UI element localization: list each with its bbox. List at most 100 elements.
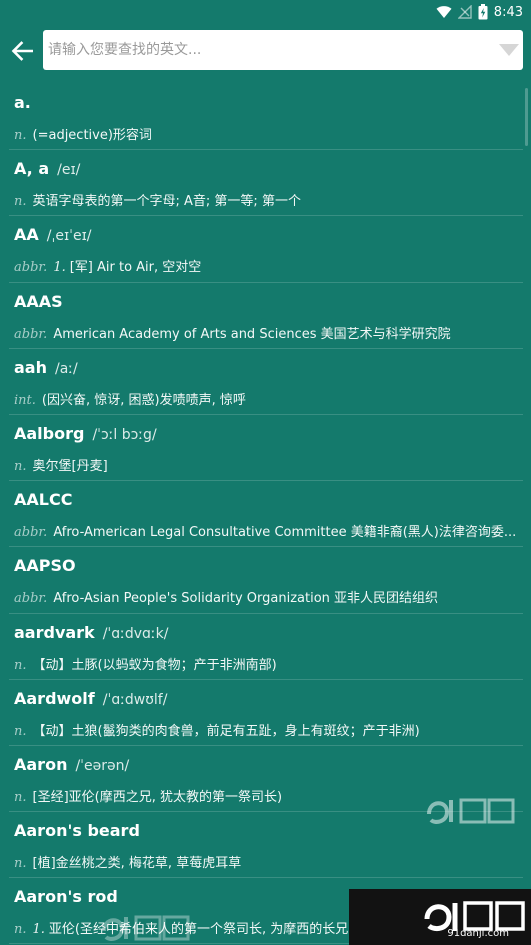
definition: (因兴奋, 惊讶, 困惑)发啧啧声, 惊呼 xyxy=(41,392,246,408)
watermark-corner-badge: 91danji.com xyxy=(349,889,531,945)
phonetic: /eɪ/ xyxy=(57,162,81,179)
headword: Aardwolf xyxy=(14,688,95,708)
definition: 【动】土豚(以蚂蚁为食物；产于非洲南部) xyxy=(32,657,277,673)
headword: AAPSO xyxy=(14,556,76,576)
entry-header: aardvark/ˈɑːdvɑːk/ xyxy=(14,623,523,649)
part-of-speech: abbr. xyxy=(14,326,48,342)
back-button[interactable] xyxy=(6,35,38,67)
scrollbar[interactable] xyxy=(525,88,528,146)
entry-header: AALCC xyxy=(14,490,523,516)
entry-header: Aaron's beard xyxy=(14,821,523,847)
headword: aardvark xyxy=(14,622,95,642)
word-entry[interactable]: AALCC abbr. Afro-American Legal Consultati… xyxy=(9,481,523,548)
part-of-speech: n. xyxy=(14,922,27,938)
phonetic: /ˈɑːdwʊlf/ xyxy=(102,691,168,708)
watermark-site: 91danji.com xyxy=(447,928,509,939)
part-of-speech: abbr. xyxy=(14,260,48,276)
definition: [圣经]亚伦(摩西之兄, 犹太教的第一祭司长) xyxy=(32,789,283,805)
entry-definition-line: n. 奥尔堡[丹麦] xyxy=(14,455,519,474)
entry-header: A, a/eɪ/ xyxy=(14,159,523,185)
entry-definition-line: n. 英语字母表的第一个字母; A音; 第一等; 第一个 xyxy=(14,190,519,209)
part-of-speech: int. xyxy=(14,392,36,408)
entry-header: a. xyxy=(14,93,523,119)
entry-header: AAAS xyxy=(14,292,523,318)
word-entry[interactable]: Aaron's beard n. [植]金丝桃之类, 梅花草, 草莓虎耳草 xyxy=(9,812,523,879)
word-entry[interactable]: aah/aː/int. (因兴奋, 惊讶, 困惑)发啧啧声, 惊呼 xyxy=(9,349,523,415)
word-entry[interactable]: AA/ˌeɪˈeɪ/abbr. 1. [军] Air to Air, 空对空 xyxy=(9,216,523,283)
entry-header: Aaron/ˈeərən/ xyxy=(14,755,523,781)
entry-definition-line: n. 【动】土狼(鬣狗类的肉食兽，前足有五趾，身上有斑纹；产于非洲) xyxy=(14,720,519,739)
definition: 奥尔堡[丹麦] xyxy=(32,458,108,474)
status-icons: 8:43 xyxy=(436,3,523,21)
phonetic: /aː/ xyxy=(54,360,78,377)
part-of-speech: abbr. xyxy=(14,591,48,607)
definition: [军] Air to Air, 空对空 xyxy=(69,260,202,276)
entry-header: AA/ˌeɪˈeɪ/ xyxy=(14,225,523,251)
entry-header: Aalborg/ˈɔːl bɔːg/ xyxy=(14,424,523,450)
status-bar: 8:43 xyxy=(0,0,531,24)
phonetic: /ˈeərən/ xyxy=(75,757,130,774)
word-entry[interactable]: Aalborg/ˈɔːl bɔːg/n. 奥尔堡[丹麦] xyxy=(9,415,523,482)
word-entry[interactable]: A, a/eɪ/n. 英语字母表的第一个字母; A音; 第一等; 第一个 xyxy=(9,150,523,217)
headword: Aaron's rod xyxy=(14,887,118,907)
part-of-speech: n. xyxy=(14,723,27,739)
headword: A, a xyxy=(14,159,50,179)
word-entry[interactable]: AAAS abbr. American Academy of Arts and Sc… xyxy=(9,283,523,349)
dropdown-toggle[interactable] xyxy=(497,40,521,60)
part-of-speech: n. xyxy=(14,856,27,872)
triangle-down-icon xyxy=(499,44,519,56)
word-entry[interactable]: a. n. (=adjective)形容词 xyxy=(9,84,523,151)
headword: AALCC xyxy=(14,490,73,510)
definition: Afro-Asian People's Solidarity Organizat… xyxy=(53,591,439,607)
definition: Afro-American Legal Consultative Committ… xyxy=(53,525,517,541)
headword: AA xyxy=(14,225,39,245)
entry-definition-line: abbr. 1. [军] Air to Air, 空对空 xyxy=(14,256,519,275)
part-of-speech: n. xyxy=(14,194,27,210)
word-entry[interactable]: aardvark/ˈɑːdvɑːk/n. 【动】土豚(以蚂蚁为食物；产于非洲南部) xyxy=(9,614,523,680)
headword: a. xyxy=(14,93,31,112)
toolbar xyxy=(0,24,531,78)
sense-number: 1. xyxy=(32,922,45,938)
part-of-speech: n. xyxy=(14,789,27,805)
entry-definition-line: n. (=adjective)形容词 xyxy=(14,124,519,143)
entry-definition-line: n. [植]金丝桃之类, 梅花草, 草莓虎耳草 xyxy=(14,852,519,871)
headword: Aaron xyxy=(14,754,68,774)
definition: (=adjective)形容词 xyxy=(32,128,152,143)
definition: 亚伦(圣经中希伯来人的第一个祭司长, 为摩西的长兄)的 xyxy=(48,922,367,938)
definition: [植]金丝桃之类, 梅花草, 草莓虎耳草 xyxy=(32,856,242,872)
entry-header: AAPSO xyxy=(14,556,523,582)
part-of-speech: n. xyxy=(14,128,27,143)
search-box xyxy=(43,30,523,70)
entry-definition-line: abbr. American Academy of Arts and Scienc… xyxy=(14,323,519,342)
headword: Aaron's beard xyxy=(14,821,140,841)
entry-header: aah/aː/ xyxy=(14,358,523,384)
headword: aah xyxy=(14,357,47,377)
part-of-speech: abbr. xyxy=(14,525,48,541)
phonetic: /ˌeɪˈeɪ/ xyxy=(46,228,92,245)
entry-definition-line: abbr. Afro-Asian People's Solidarity Orga… xyxy=(14,587,519,606)
definition: American Academy of Arts and Sciences 美国… xyxy=(53,326,451,342)
part-of-speech: n. xyxy=(14,657,27,673)
part-of-speech: n. xyxy=(14,458,27,474)
entry-definition-line: int. (因兴奋, 惊讶, 困惑)发啧啧声, 惊呼 xyxy=(14,389,519,408)
arrow-left-icon xyxy=(11,41,33,61)
search-input[interactable] xyxy=(43,30,488,70)
definition: 英语字母表的第一个字母; A音; 第一等; 第一个 xyxy=(32,194,301,210)
sense-number: 1. xyxy=(53,260,66,276)
word-list: a. n. (=adjective)形容词 A, a/eɪ/n. 英语字母表的第一个字母… xyxy=(0,84,531,945)
headword: AAAS xyxy=(14,291,63,311)
phonetic: /ˈɔːl bɔːg/ xyxy=(92,426,157,443)
no-signal-icon xyxy=(457,5,472,19)
entry-definition-line: abbr. Afro-American Legal Consultative Co… xyxy=(14,521,519,540)
word-entry[interactable]: AAPSO abbr. Afro-Asian People's Solidarity… xyxy=(9,547,523,614)
entry-definition-line: n. [圣经]亚伦(摩西之兄, 犹太教的第一祭司长) xyxy=(14,786,519,805)
headword: Aalborg xyxy=(14,423,85,443)
word-entry[interactable]: Aaron/ˈeərən/n. [圣经]亚伦(摩西之兄, 犹太教的第一祭司长) xyxy=(9,746,523,813)
battery-charging-icon xyxy=(478,4,488,20)
word-entry[interactable]: Aardwolf/ˈɑːdwʊlf/n. 【动】土狼(鬣狗类的肉食兽，前足有五趾，… xyxy=(9,680,523,746)
definition: 【动】土狼(鬣狗类的肉食兽，前足有五趾，身上有斑纹；产于非洲) xyxy=(32,723,420,739)
wifi-icon xyxy=(436,6,452,18)
entry-definition-line: n. 【动】土豚(以蚂蚁为食物；产于非洲南部) xyxy=(14,654,519,673)
entry-header: Aardwolf/ˈɑːdwʊlf/ xyxy=(14,689,523,715)
status-time: 8:43 xyxy=(493,4,523,20)
